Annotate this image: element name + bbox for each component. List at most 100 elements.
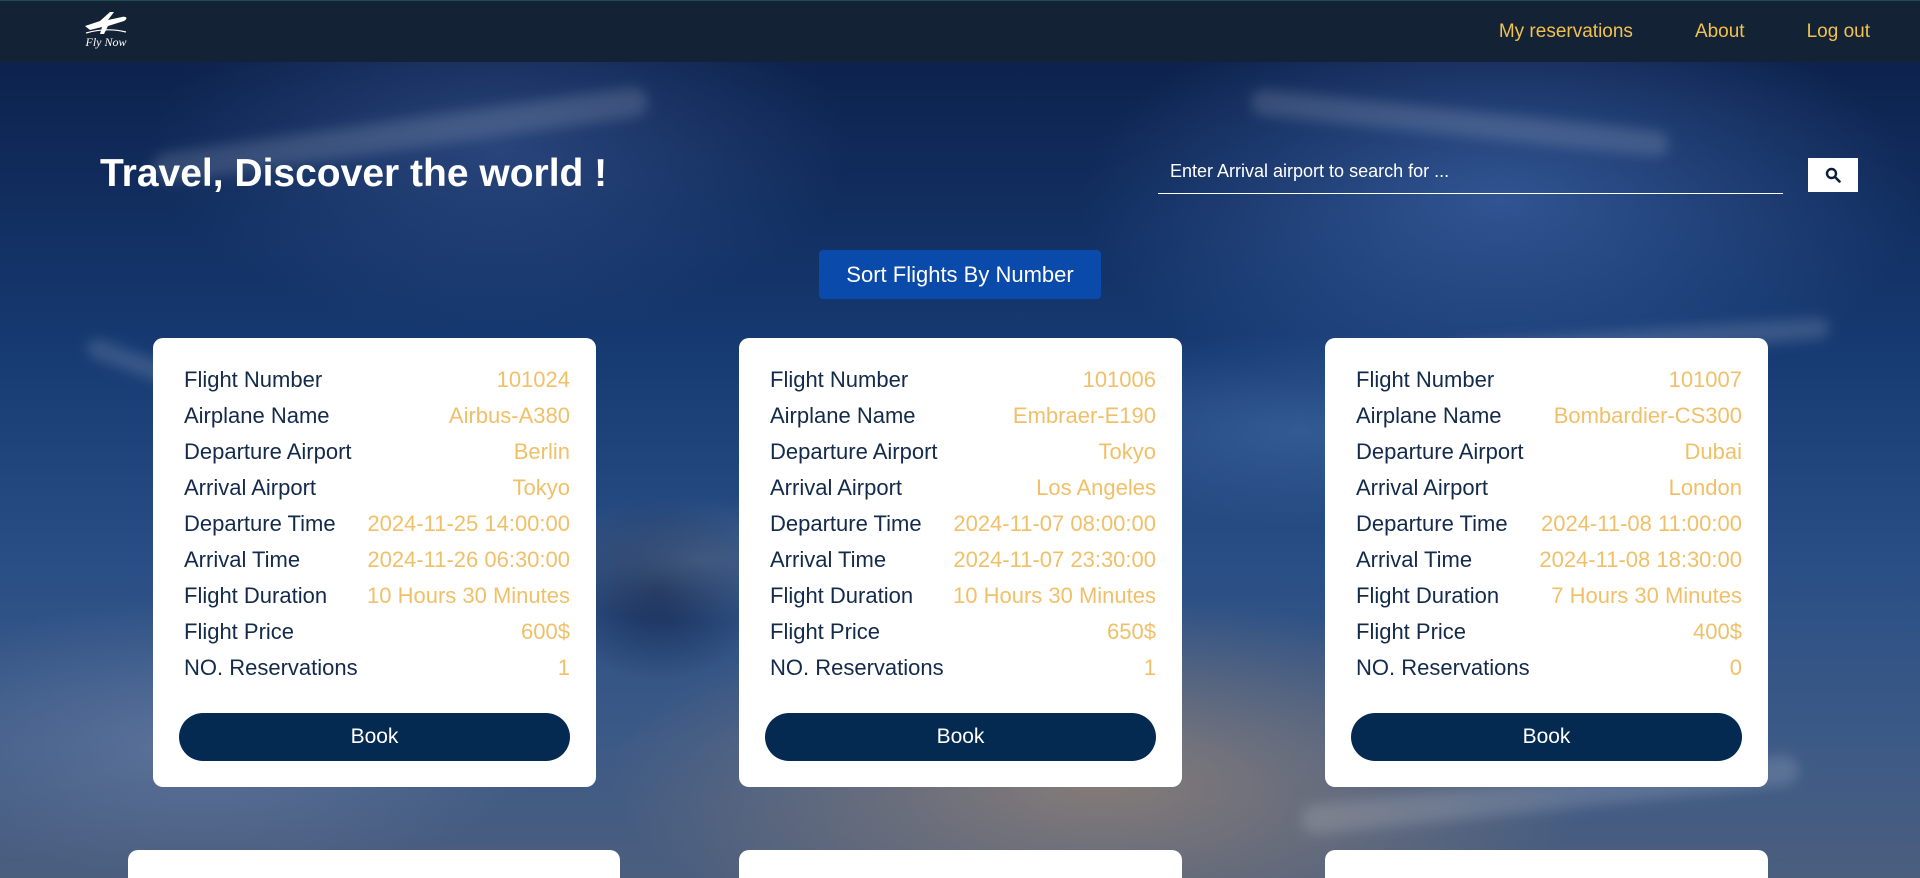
row-label: Departure Time xyxy=(1356,511,1508,536)
arrival-time-value: 2024-11-26 06:30:00 xyxy=(367,547,570,572)
row-label: Departure Time xyxy=(184,511,336,536)
flight-duration-row: Flight Duration 7 Hours 30 Minutes xyxy=(1356,578,1742,614)
row-label: Departure Airport xyxy=(184,439,352,464)
departure-time-value: 2024-11-07 08:00:00 xyxy=(953,511,1156,536)
arrival-time-value: 2024-11-08 18:30:00 xyxy=(1539,547,1742,572)
flight-card-partial xyxy=(128,850,620,878)
arrival-airport-row: Arrival Airport Los Angeles xyxy=(770,470,1156,506)
reservations-value: 1 xyxy=(1143,655,1156,680)
row-label: Flight Number xyxy=(184,367,323,392)
row-label: Flight Duration xyxy=(770,583,914,608)
page-title: Travel, Discover the world ! xyxy=(100,152,608,195)
airplane-name-row: Airplane Name Bombardier-CS300 xyxy=(1356,398,1742,434)
flight-number-value: 101006 xyxy=(1082,367,1156,392)
departure-time-row: Departure Time 2024-11-25 14:00:00 xyxy=(184,506,570,542)
airplane-name-value: Airbus-A380 xyxy=(448,403,570,428)
airplane-logo-icon xyxy=(85,12,127,34)
row-label: NO. Reservations xyxy=(184,655,358,680)
search-icon xyxy=(1825,167,1841,183)
flight-number-row: Flight Number 101024 xyxy=(184,362,570,398)
airplane-name-value: Bombardier-CS300 xyxy=(1553,403,1742,428)
row-label: Arrival Airport xyxy=(1356,475,1489,500)
departure-airport-row: Departure Airport Berlin xyxy=(184,434,570,470)
arrival-time-row: Arrival Time 2024-11-07 23:30:00 xyxy=(770,542,1156,578)
arrival-time-row: Arrival Time 2024-11-08 18:30:00 xyxy=(1356,542,1742,578)
departure-airport-value: Berlin xyxy=(513,439,570,464)
row-label: NO. Reservations xyxy=(770,655,944,680)
departure-time-row: Departure Time 2024-11-07 08:00:00 xyxy=(770,506,1156,542)
flight-duration-row: Flight Duration 10 Hours 30 Minutes xyxy=(184,578,570,614)
flight-duration-value: 7 Hours 30 Minutes xyxy=(1551,583,1742,608)
flight-duration-value: 10 Hours 30 Minutes xyxy=(953,583,1156,608)
departure-airport-row: Departure Airport Tokyo xyxy=(770,434,1156,470)
reservations-value: 1 xyxy=(557,655,570,680)
departure-time-row: Departure Time 2024-11-08 11:00:00 xyxy=(1356,506,1742,542)
row-label: Airplane Name xyxy=(1356,403,1502,428)
search-bar xyxy=(1158,152,1783,194)
departure-airport-value: Tokyo xyxy=(1098,439,1156,464)
flight-number-value: 101007 xyxy=(1668,367,1742,392)
row-label: Airplane Name xyxy=(184,403,330,428)
flight-price-row: Flight Price 650$ xyxy=(770,614,1156,650)
flight-price-value: 400$ xyxy=(1693,619,1742,644)
flight-number-value: 101024 xyxy=(496,367,570,392)
row-label: Flight Number xyxy=(1356,367,1495,392)
row-label: Flight Duration xyxy=(184,583,328,608)
row-label: Arrival Time xyxy=(1356,547,1473,572)
logo[interactable]: Fly Now xyxy=(78,9,134,51)
row-label: Airplane Name xyxy=(770,403,916,428)
flight-card-partial xyxy=(1325,850,1768,878)
airplane-name-value: Embraer-E190 xyxy=(1012,403,1156,428)
reservations-row: NO. Reservations 1 xyxy=(184,650,570,686)
row-label: Departure Airport xyxy=(1356,439,1524,464)
row-label: Flight Price xyxy=(184,619,295,644)
flight-card-partial xyxy=(739,850,1182,878)
arrival-airport-row: Arrival Airport Tokyo xyxy=(184,470,570,506)
book-button[interactable]: Book xyxy=(1351,713,1742,761)
arrival-airport-value: Los Angeles xyxy=(1036,475,1156,500)
row-label: Arrival Time xyxy=(184,547,301,572)
book-button[interactable]: Book xyxy=(765,713,1156,761)
flight-price-value: 650$ xyxy=(1107,619,1156,644)
flight-card: Flight Number 101007 Airplane Name Bombard… xyxy=(1325,338,1768,787)
book-button[interactable]: Book xyxy=(179,713,570,761)
arrival-airport-value: London xyxy=(1668,475,1742,500)
flight-number-row: Flight Number 101007 xyxy=(1356,362,1742,398)
row-label: Flight Number xyxy=(770,367,909,392)
flight-duration-row: Flight Duration 10 Hours 30 Minutes xyxy=(770,578,1156,614)
navbar: Fly Now My reservations About Log out xyxy=(0,0,1920,62)
arrival-airport-value: Tokyo xyxy=(512,475,570,500)
flight-card: Flight Number 101024 Airplane Name Airbus-… xyxy=(153,338,596,787)
nav-about[interactable]: About xyxy=(1695,21,1745,43)
airplane-name-row: Airplane Name Embraer-E190 xyxy=(770,398,1156,434)
arrival-time-value: 2024-11-07 23:30:00 xyxy=(953,547,1156,572)
departure-airport-row: Departure Airport Dubai xyxy=(1356,434,1742,470)
nav-my-reservations[interactable]: My reservations xyxy=(1499,21,1633,43)
row-label: NO. Reservations xyxy=(1356,655,1530,680)
flight-price-row: Flight Price 600$ xyxy=(184,614,570,650)
nav-log-out[interactable]: Log out xyxy=(1807,21,1870,43)
row-label: Departure Airport xyxy=(770,439,938,464)
row-label: Arrival Airport xyxy=(770,475,903,500)
flight-card: Flight Number 101006 Airplane Name Embraer… xyxy=(739,338,1182,787)
arrival-airport-row: Arrival Airport London xyxy=(1356,470,1742,506)
reservations-row: NO. Reservations 1 xyxy=(770,650,1156,686)
flight-price-row: Flight Price 400$ xyxy=(1356,614,1742,650)
departure-time-value: 2024-11-25 14:00:00 xyxy=(367,511,570,536)
row-label: Arrival Airport xyxy=(184,475,317,500)
flight-price-value: 600$ xyxy=(521,619,570,644)
reservations-row: NO. Reservations 0 xyxy=(1356,650,1742,686)
flight-duration-value: 10 Hours 30 Minutes xyxy=(367,583,570,608)
sort-flights-button[interactable]: Sort Flights By Number xyxy=(819,250,1101,299)
row-label: Flight Price xyxy=(1356,619,1467,644)
search-button[interactable] xyxy=(1808,158,1858,192)
row-label: Arrival Time xyxy=(770,547,887,572)
airplane-name-row: Airplane Name Airbus-A380 xyxy=(184,398,570,434)
row-label: Departure Time xyxy=(770,511,922,536)
row-label: Flight Duration xyxy=(1356,583,1500,608)
flight-number-row: Flight Number 101006 xyxy=(770,362,1156,398)
search-input[interactable] xyxy=(1158,152,1783,190)
logo-text: Fly Now xyxy=(85,35,127,49)
row-label: Flight Price xyxy=(770,619,881,644)
nav-links: My reservations About Log out xyxy=(1499,1,1870,63)
